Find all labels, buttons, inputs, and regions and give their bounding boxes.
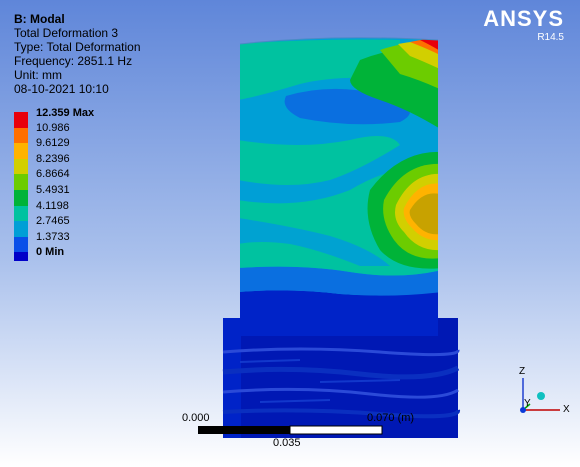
legend-color-swatch <box>14 143 28 159</box>
triad-y-label: Y <box>524 398 531 409</box>
legend-entry: 2.7465 <box>14 215 144 237</box>
brand-name: ANSYS <box>483 6 564 31</box>
legend-label: 4.1198 <box>36 199 69 212</box>
result-frequency: Frequency: 2851.1 Hz <box>14 54 133 68</box>
legend-color-swatch <box>14 174 28 190</box>
legend-label: 12.359 Max <box>36 107 95 119</box>
legend-entry: 10.986 <box>14 122 144 144</box>
legend-entry: 4.1198 <box>14 200 144 222</box>
scale-bar <box>198 425 383 435</box>
legend-label: 2.7465 <box>36 215 70 228</box>
legend-label: 8.2396 <box>36 152 70 165</box>
result-type: Type: Total Deformation <box>14 40 141 54</box>
legend-entry: 9.6129 <box>14 137 144 159</box>
triad-x-label: X <box>563 404 570 415</box>
legend-entry: 8.2396 <box>14 153 144 175</box>
brand-version: R14.5 <box>537 32 564 43</box>
legend-entry: 5.4931 <box>14 184 144 206</box>
legend-label: 9.6129 <box>36 137 70 150</box>
result-info: B: Modal Total Deformation 3 Type: Total… <box>14 12 141 96</box>
triad-z-label: Z <box>519 366 526 377</box>
legend-entry: 1.3733 <box>14 231 144 253</box>
result-name: Total Deformation 3 <box>14 26 119 40</box>
legend-color-swatch <box>14 112 28 128</box>
legend-color-swatch <box>14 252 28 262</box>
legend-color-swatch <box>14 236 28 253</box>
blade-body <box>239 37 439 336</box>
legend-entry: 6.8664 <box>14 168 144 190</box>
legend-color-swatch <box>14 127 28 144</box>
legend-color-swatch <box>14 205 28 222</box>
ansys-logo: ANSYS R14.5 <box>483 6 564 43</box>
result-date: 08-10-2021 10:10 <box>14 82 109 96</box>
legend-entry: 0 Min <box>14 246 144 268</box>
result-unit: Unit: mm <box>14 68 62 82</box>
legend-entry: 12.359 Max <box>14 107 144 128</box>
legend-label: 6.8664 <box>36 168 70 181</box>
legend-label: 5.4931 <box>36 184 70 196</box>
legend-label: 10.986 <box>36 121 70 134</box>
scale-end-label: 0.070 (m) <box>367 412 415 424</box>
legend-color-swatch <box>14 190 28 206</box>
scale-start-label: 0.000 <box>182 412 210 424</box>
analysis-title: B: Modal <box>14 12 65 26</box>
legend-label: 1.3733 <box>36 230 70 243</box>
graphics-viewport[interactable]: B: Modal Total Deformation 3 Type: Total… <box>0 0 580 467</box>
legend-label: 0 Min <box>36 246 65 259</box>
legend-color-swatch <box>14 158 28 175</box>
scale-mid-label: 0.035 <box>273 437 301 449</box>
legend-color-swatch <box>14 221 28 237</box>
